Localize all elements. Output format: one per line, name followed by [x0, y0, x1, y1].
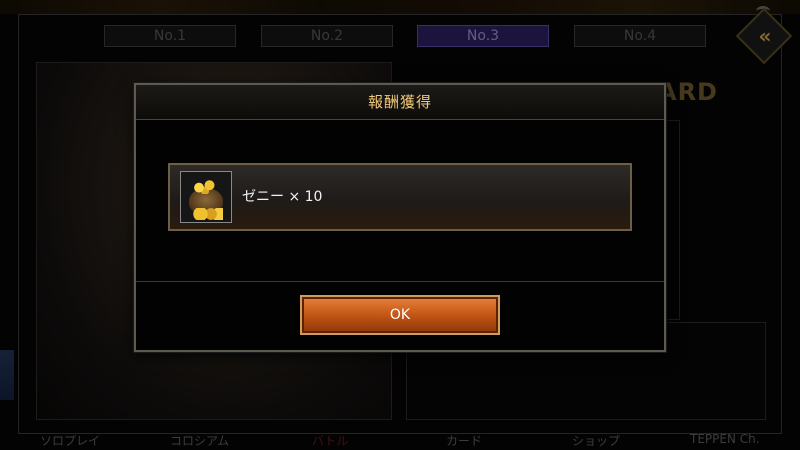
- gold-coins-top: [190, 178, 220, 194]
- reward-dialog: 報酬獲得 ゼニー × 10 OK: [134, 83, 666, 352]
- gold-coins-front: [193, 208, 223, 220]
- reward-label: ゼニー × 10: [242, 189, 323, 205]
- dialog-title: 報酬獲得: [367, 93, 432, 111]
- reward-item: ゼニー × 10: [168, 163, 632, 231]
- zenny-bag-icon: [180, 171, 232, 223]
- footer-divider: [136, 281, 664, 282]
- ok-button[interactable]: OK: [300, 295, 500, 335]
